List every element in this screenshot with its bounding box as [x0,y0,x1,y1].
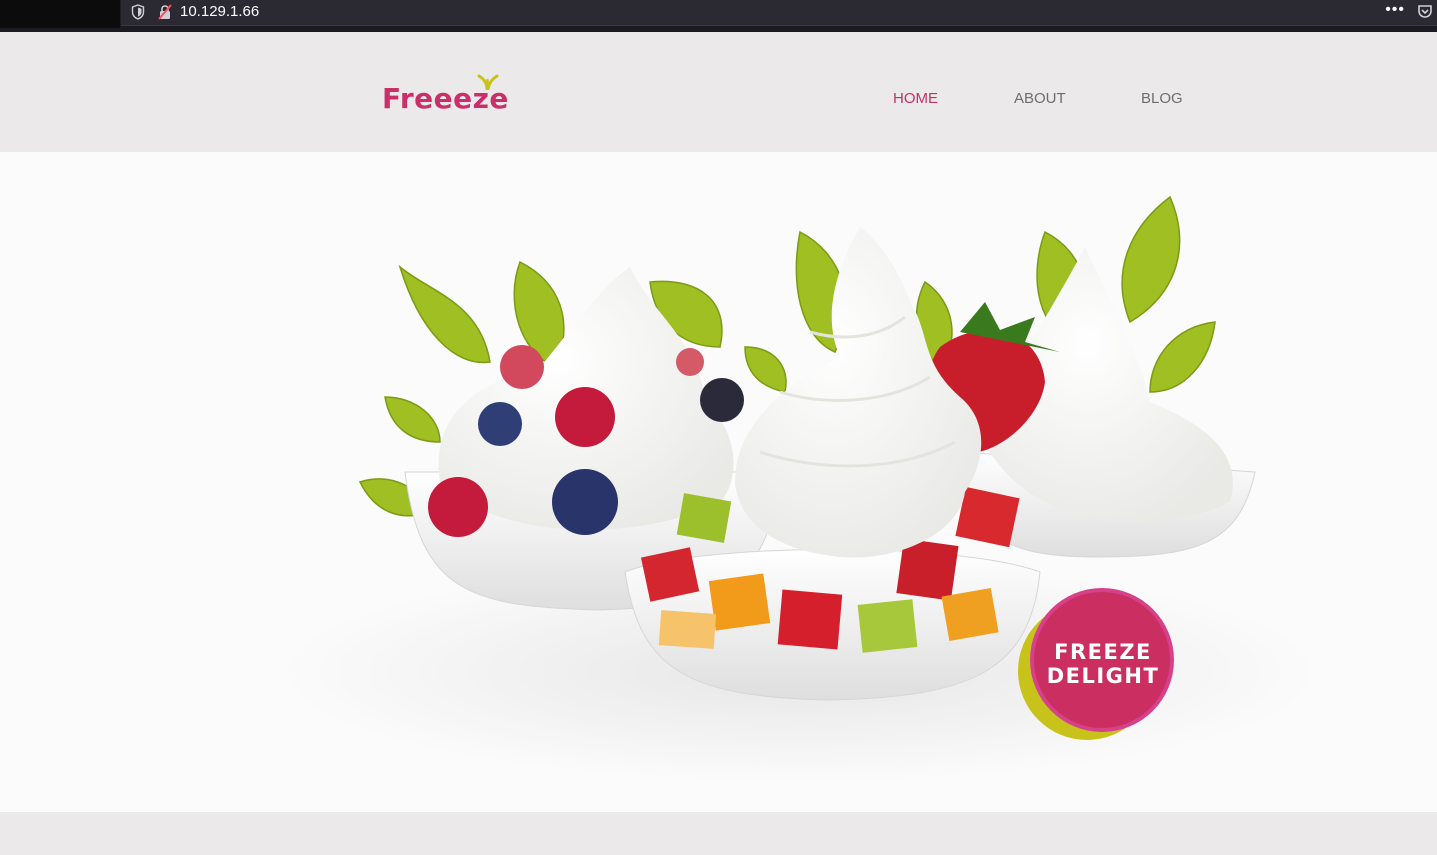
badge-text: FREEZE DELIGHT [1028,640,1178,688]
frozen-yogurt-illustration [280,195,1320,782]
site-header: Freeeze HOME ABOUT BLOG [0,32,1437,152]
toolbar-spacer [0,0,120,28]
shield-icon[interactable] [131,4,145,20]
badge-line2: DELIGHT [1046,664,1160,688]
browser-toolbar: 10.129.1.66 ••• [0,0,1437,32]
address-bar[interactable]: 10.129.1.66 ••• [121,0,1437,26]
freeze-delight-badge: FREEZE DELIGHT [1018,588,1178,748]
nav-about[interactable]: ABOUT [1014,90,1066,107]
site-logo[interactable]: Freeeze [382,74,532,120]
url-text[interactable]: 10.129.1.66 [180,3,259,20]
badge-line1: FREEZE [1054,640,1152,664]
insecure-lock-icon[interactable] [157,4,173,20]
logo-text: Freeeze [382,82,509,115]
page-footer-band [0,812,1437,855]
ellipsis-icon[interactable]: ••• [1385,1,1405,19]
pocket-icon[interactable] [1417,3,1433,19]
nav-home[interactable]: HOME [893,90,938,107]
nav-blog[interactable]: BLOG [1141,90,1183,107]
hero-banner: FREEZE DELIGHT [0,152,1437,812]
